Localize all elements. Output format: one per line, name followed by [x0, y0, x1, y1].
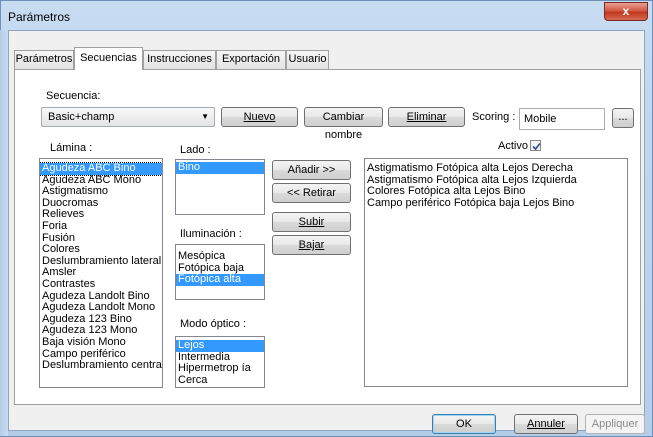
bajar-button[interactable]: Bajar [272, 235, 351, 255]
lamina-list[interactable]: Agudeza ABC Bino Agudeza ABC Mono Astigm… [39, 158, 163, 388]
tab-parametros[interactable]: Parámetros [14, 50, 74, 69]
chevron-down-icon: ▼ [201, 112, 209, 121]
secuencia-label: Secuencia: [46, 90, 101, 102]
list-item[interactable]: Mesópica [176, 250, 264, 263]
scoring-input[interactable]: Mobile [519, 108, 605, 130]
retirar-button[interactable]: << Retirar [272, 183, 351, 203]
close-icon: x [622, 4, 630, 18]
title-bar[interactable]: Parámetros x [1, 1, 652, 31]
dialog-client: Parámetros Secuencias Instrucciones Expo… [8, 30, 646, 434]
check-icon [532, 142, 541, 151]
scoring-label: Scoring : [472, 111, 516, 123]
list-item[interactable]: Bino [176, 161, 264, 174]
nuevo-button[interactable]: Nuevo [221, 107, 298, 127]
list-item[interactable]: Contrastes [40, 278, 162, 291]
cambiar-nombre-button[interactable]: Cambiar nombre [304, 107, 383, 141]
list-item[interactable]: Deslumbramiento central [40, 359, 162, 372]
window-frame-left [0, 30, 8, 436]
iluminacion-list[interactable]: Mesópica Fotópica baja Fotópica alta [175, 244, 265, 300]
iluminacion-label: Iluminación : [180, 228, 242, 240]
lado-label: Lado : [180, 144, 211, 156]
list-item[interactable]: Campo periférico Fotópica baja Lejos Bin… [365, 197, 627, 210]
apply-button[interactable]: Appliquer [585, 414, 645, 434]
modo-optico-label: Modo óptico : [180, 318, 247, 330]
subir-button[interactable]: Subir [272, 212, 351, 232]
secuencia-steps-list[interactable]: Astigmatismo Fotópica alta Lejos Derecha… [364, 158, 628, 387]
list-item[interactable]: Colores [40, 244, 162, 256]
secuencia-value: Basic+champ [48, 111, 115, 123]
lamina-label: Lámina : [50, 142, 93, 154]
tab-instrucciones[interactable]: Instrucciones [143, 50, 216, 69]
cancel-button[interactable]: Annuler [514, 414, 578, 434]
window-title: Parámetros [8, 10, 71, 24]
list-item[interactable]: Astigmatismo Fotópica alta Lejos Derecha [365, 162, 627, 175]
dialog-footer: OK Annuler Appliquer [9, 409, 646, 434]
lado-list[interactable]: Bino [175, 159, 265, 215]
close-button[interactable]: x [604, 2, 648, 21]
activo-label: Activo [498, 140, 528, 152]
list-item[interactable]: Lejos [176, 339, 264, 352]
anadir-button[interactable]: Añadir >> [272, 160, 351, 180]
modo-optico-list[interactable]: Lejos Intermedia Hipermetrop ía Cerca [175, 336, 265, 388]
list-item[interactable]: Foria [40, 220, 162, 233]
tab-secuencias[interactable]: Secuencias [74, 47, 143, 70]
scoring-browse-button[interactable]: ... [612, 108, 634, 128]
secuencias-panel: Secuencia: Basic+champ ▼ Nuevo Cambiar n… [14, 69, 641, 405]
tab-usuario[interactable]: Usuario [286, 50, 329, 69]
ok-button[interactable]: OK [432, 414, 496, 434]
list-item[interactable]: Agudeza Landolt Mono [40, 302, 162, 314]
tab-exportacion[interactable]: Exportación [216, 50, 286, 69]
secuencia-combo[interactable]: Basic+champ ▼ [41, 107, 215, 127]
list-item[interactable]: Baja visión Mono [40, 336, 162, 349]
list-item[interactable]: Cerca [176, 374, 264, 387]
eliminar-button[interactable]: Eliminar [388, 107, 465, 127]
activo-checkbox[interactable] [530, 140, 541, 151]
list-item[interactable]: Agudeza ABC Bino [40, 162, 162, 176]
list-item[interactable]: Fotópica alta [176, 274, 264, 286]
